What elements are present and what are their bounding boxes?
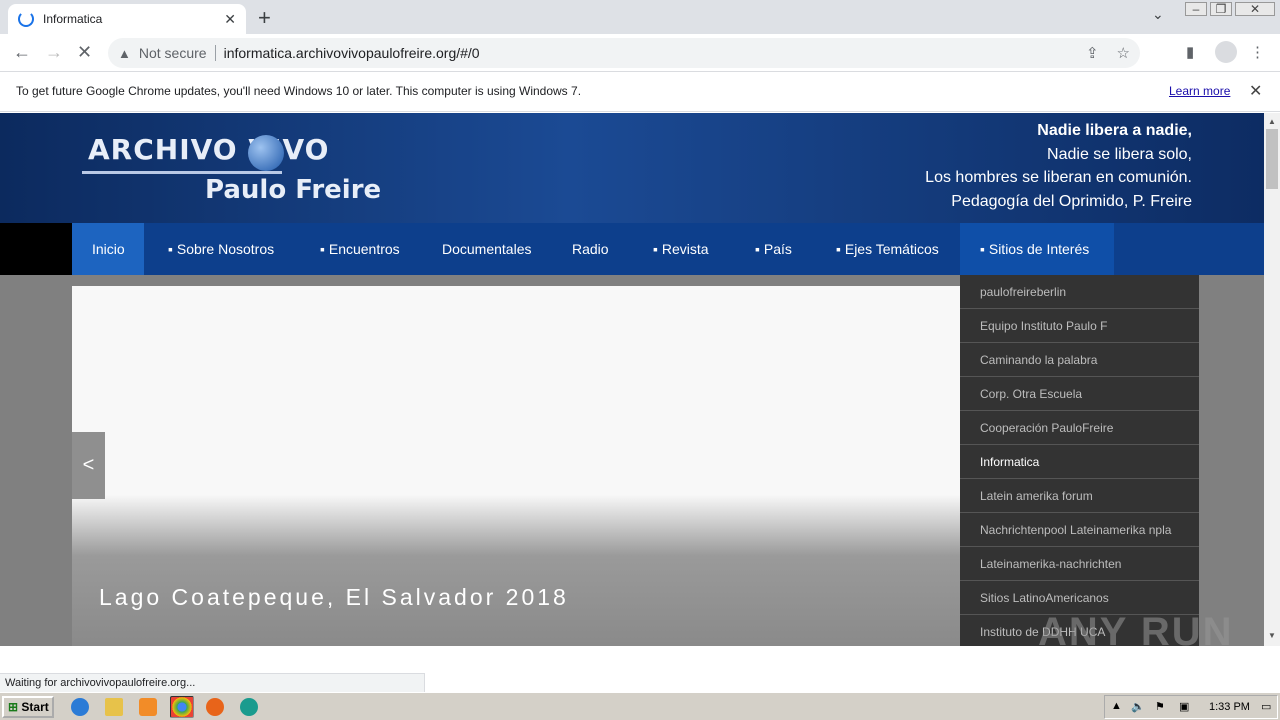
folder-icon[interactable] [105, 698, 123, 716]
window-close-button[interactable]: ✕ [1235, 2, 1275, 16]
tray-expand-icon[interactable]: ▲ [1111, 700, 1122, 712]
dropdown-item[interactable]: Nachrichtenpool Lateinamerika npla [960, 513, 1199, 547]
share-icon[interactable]: ⇪ [1086, 44, 1099, 62]
warning-icon[interactable]: ▲ [118, 46, 131, 61]
windows-logo-icon: ⊞ [8, 700, 19, 714]
forward-icon[interactable]: → [45, 42, 63, 63]
slider-prev-button[interactable]: < [72, 432, 105, 499]
web-page: ARCHIVO VIVO Paulo Freire Nadie libera a… [0, 113, 1264, 646]
dropdown-item[interactable]: paulofreireberlin [960, 275, 1199, 309]
start-label: Start [21, 700, 49, 714]
dropdown-item[interactable]: Corp. Otra Escuela [960, 377, 1199, 411]
network-icon[interactable]: ▣ [1179, 700, 1189, 713]
site-banner: ARCHIVO VIVO Paulo Freire Nadie libera a… [0, 113, 1264, 223]
minimize-button[interactable]: – [1185, 2, 1207, 16]
quote-line: Los hombres se liberan en comunión. [925, 169, 1192, 186]
dropdown-item[interactable]: Latein amerika forum [960, 479, 1199, 513]
dropdown-item[interactable]: Cooperación PauloFreire [960, 411, 1199, 445]
slide-caption: Lago Coatepeque, El Salvador 2018 [99, 584, 569, 610]
tab-close-icon[interactable]: ✕ [224, 11, 236, 28]
globe-logo-icon [248, 135, 284, 171]
firefox-icon[interactable] [206, 698, 224, 716]
loading-spinner-icon [18, 11, 34, 27]
tab-strip: Informatica ✕ + ⌄ – ❐ ✕ [0, 0, 1280, 34]
dropdown-item[interactable]: Equipo Instituto Paulo F [960, 309, 1199, 343]
nav-left-block [0, 223, 72, 275]
nav-item-pais[interactable]: ▪ País [735, 223, 812, 275]
main-nav: Inicio ▪ Sobre Nosotros ▪ Encuentros Doc… [0, 223, 1264, 275]
infobar-message: To get future Google Chrome updates, you… [16, 84, 582, 98]
quote-line: Pedagogía del Oprimido, P. Freire [951, 192, 1192, 210]
learn-more-link[interactable]: Learn more [1169, 84, 1230, 98]
ie-icon[interactable] [71, 698, 89, 716]
divider [214, 45, 216, 61]
bookmark-star-icon[interactable]: ☆ [1117, 44, 1130, 62]
browser-toolbar: ← → ✕ ▲ Not secure informatica.archivovi… [0, 34, 1280, 72]
page-scrollbar[interactable]: ▲ ▼ [1264, 113, 1280, 646]
media-player-icon[interactable] [139, 698, 157, 716]
tab-title: Informatica [43, 12, 103, 26]
watermark-logo: ANY RUN [1038, 610, 1234, 654]
dropdown-item[interactable]: Caminando la palabra [960, 343, 1199, 377]
image-slider: < Lago Coatepeque, El Salvador 2018 [72, 286, 960, 646]
back-icon[interactable]: ← [13, 42, 31, 63]
nav-item-radio[interactable]: Radio [552, 223, 629, 275]
nav-item-encuentros[interactable]: ▪ Encuentros [300, 223, 420, 275]
dropdown-item-current[interactable]: Informatica [960, 445, 1199, 479]
logo-subtitle[interactable]: Paulo Freire [205, 175, 381, 205]
nav-item-inicio[interactable]: Inicio [72, 223, 144, 275]
nav-item-sitios-de-interes[interactable]: ▪ Sitios de Interés [960, 223, 1114, 275]
nav-item-documentales[interactable]: Documentales [422, 223, 552, 275]
status-bar: Waiting for archivovivopaulofreire.org..… [0, 673, 425, 692]
infobar-close-icon[interactable]: ✕ [1249, 81, 1262, 101]
dropdown-item[interactable]: Lateinamerika-nachrichten [960, 547, 1199, 581]
restore-button[interactable]: ❐ [1210, 2, 1232, 16]
show-desktop-icon[interactable]: ▭ [1261, 700, 1271, 713]
url-text[interactable]: informatica.archivovivopaulofreire.org/#… [224, 45, 480, 61]
system-tray: ▲ 🔈 ⚑ ▣ 1:33 PM ▭ [1104, 695, 1278, 719]
volume-icon[interactable]: 🔈 [1131, 700, 1145, 713]
menu-icon[interactable]: ⋮ [1250, 43, 1265, 61]
quote-line: Nadie libera a nadie, [1037, 122, 1192, 139]
tab-search-icon[interactable]: ⌄ [1152, 6, 1164, 23]
logo-title[interactable]: ARCHIVO VIVO [88, 133, 329, 166]
nav-item-ejes-tematicos[interactable]: ▪ Ejes Temáticos [816, 223, 959, 275]
quote-line: Nadie se libera solo, [1047, 145, 1192, 163]
stop-icon[interactable]: ✕ [77, 42, 92, 63]
new-tab-button[interactable]: + [258, 5, 271, 31]
start-button[interactable]: ⊞ Start [2, 696, 54, 718]
chrome-icon[interactable] [170, 696, 194, 718]
sitios-dropdown-menu: paulofreireberlin Equipo Instituto Paulo… [960, 275, 1199, 646]
freire-quote: Nadie libera a nadie, Nadie se libera so… [925, 119, 1192, 213]
scroll-down-arrow-icon[interactable]: ▼ [1268, 631, 1276, 640]
logo-divider [82, 171, 282, 174]
nav-item-sobre-nosotros[interactable]: ▪ Sobre Nosotros [148, 223, 294, 275]
address-bar[interactable]: ▲ Not secure informatica.archivovivopaul… [108, 38, 1140, 68]
scroll-thumb[interactable] [1266, 129, 1278, 189]
clock[interactable]: 1:33 PM [1209, 701, 1250, 713]
nav-item-revista[interactable]: ▪ Revista [633, 223, 729, 275]
side-panel-icon[interactable]: ▮ [1186, 43, 1194, 61]
windows-taskbar: ⊞ Start ▲ 🔈 ⚑ ▣ 1:33 PM ▭ [0, 692, 1280, 720]
security-label[interactable]: Not secure [139, 45, 207, 61]
browser-tab[interactable]: Informatica ✕ [8, 4, 246, 34]
scroll-up-arrow-icon[interactable]: ▲ [1268, 117, 1276, 126]
edge-icon[interactable] [240, 698, 258, 716]
update-infobar: To get future Google Chrome updates, you… [0, 72, 1280, 112]
flag-icon[interactable]: ⚑ [1155, 700, 1165, 713]
profile-avatar-icon[interactable] [1215, 41, 1237, 63]
